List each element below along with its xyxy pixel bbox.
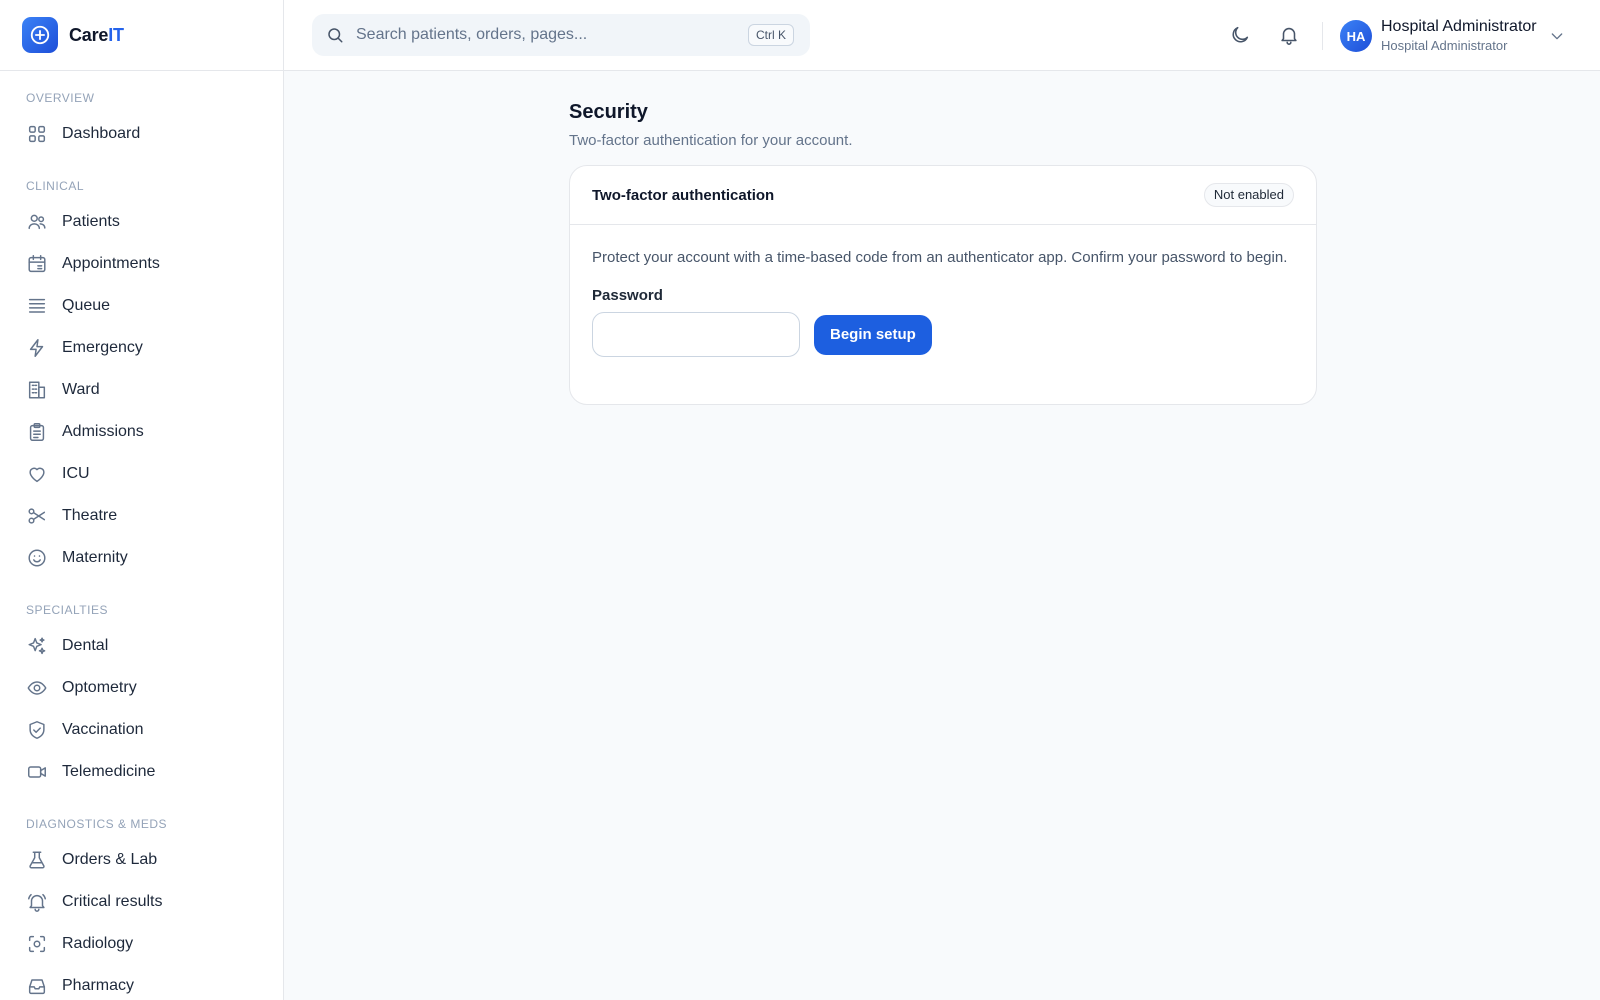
- shield-check-icon: [29, 721, 45, 739]
- moon-icon: [1232, 26, 1249, 43]
- sidebar-item-label: Optometry: [62, 679, 137, 696]
- nav-section-label: DIAGNOSTICS & MEDS: [26, 817, 168, 831]
- search-icon: [328, 28, 343, 43]
- sidebar-item-label: Maternity: [62, 549, 128, 566]
- sidebar-item-queue[interactable]: Queue: [0, 285, 283, 327]
- building-icon: [28, 381, 46, 399]
- sidebar-item-theatre[interactable]: Theatre: [0, 495, 283, 537]
- password-field[interactable]: [592, 312, 800, 357]
- users-icon: [28, 214, 46, 230]
- card-header: Two-factor authentication Not enabled: [570, 166, 1316, 225]
- chevron-down-icon: [1551, 33, 1562, 40]
- flask-icon: [29, 851, 45, 869]
- sidebar-item-label: Appointments: [62, 255, 160, 272]
- user-name: Hospital Administrator: [1381, 18, 1537, 36]
- sidebar-item-label: Dental: [62, 637, 109, 654]
- sidebar-item-telemedicine[interactable]: Telemedicine: [0, 751, 283, 793]
- brand-name-main: Care: [69, 24, 109, 45]
- clipboard-icon: [29, 423, 45, 441]
- password-form: Begin setup: [592, 312, 1294, 357]
- search-bar[interactable]: Ctrl K: [312, 14, 810, 56]
- scan-icon: [28, 935, 46, 953]
- page-title: Security: [569, 101, 648, 123]
- brand-name-accent: IT: [108, 24, 124, 45]
- nav-section-label: OVERVIEW: [26, 91, 95, 105]
- search-shortcut-badge: Ctrl K: [748, 24, 794, 46]
- sidebar-nav: OVERVIEW Dashboard CLINICAL Patients Appoint…: [0, 71, 283, 1000]
- page-subtitle: Two-factor authentication for your accou…: [569, 132, 853, 149]
- nav-section: OVERVIEW Dashboard: [0, 89, 283, 155]
- avatar: HA: [1340, 20, 1372, 52]
- bolt-icon: [29, 339, 44, 357]
- card-title: Two-factor authentication: [592, 186, 775, 204]
- sidebar-item-label: Pharmacy: [62, 977, 135, 994]
- video-icon: [28, 766, 46, 778]
- sidebar: CareIT OVERVIEW Dashboard CLINICAL Patients…: [0, 0, 284, 1000]
- bell-icon: [1281, 27, 1297, 45]
- sidebar-item-label: Emergency: [62, 339, 143, 356]
- sidebar-item-label: Ward: [62, 381, 100, 398]
- sidebar-item-label: Theatre: [62, 507, 118, 524]
- user-info: Hospital Administrator Hospital Administ…: [1381, 18, 1537, 53]
- sidebar-item-emergency[interactable]: Emergency: [0, 327, 283, 369]
- card-description: Protect your account with a time-based c…: [592, 249, 1288, 266]
- sidebar-item-pharmacy[interactable]: Pharmacy: [0, 965, 283, 1000]
- sidebar-item-critical-results[interactable]: Critical results: [0, 881, 283, 923]
- sidebar-item-orders-and-lab[interactable]: Orders & Lab: [0, 839, 283, 881]
- main-content: Security Two-factor authentication for y…: [569, 101, 1317, 405]
- list-icon: [28, 298, 46, 313]
- topbar-divider: [1322, 22, 1323, 50]
- sidebar-item-label: Telemedicine: [62, 763, 156, 780]
- scissors-icon: [28, 508, 46, 524]
- bell-alert-icon: [28, 893, 46, 912]
- sidebar-item-label: Orders & Lab: [62, 851, 158, 868]
- password-label: Password: [592, 287, 663, 304]
- user-menu[interactable]: HA Hospital Administrator Hospital Admin…: [1340, 14, 1565, 58]
- sidebar-item-vaccination[interactable]: Vaccination: [0, 709, 283, 751]
- smile-icon: [28, 549, 46, 567]
- nav-section: SPECIALTIES Dental Optometry Vaccination Tel…: [0, 601, 283, 793]
- card-body: Protect your account with a time-based c…: [570, 225, 1316, 357]
- brand-name: CareIT: [69, 25, 124, 46]
- sidebar-item-label: Dashboard: [62, 125, 141, 142]
- sidebar-item-maternity[interactable]: Maternity: [0, 537, 283, 579]
- nav-section-label: SPECIALTIES: [26, 603, 108, 617]
- sidebar-item-label: Vaccination: [62, 721, 144, 738]
- nav-section: DIAGNOSTICS & MEDS Orders & Lab Critical r…: [0, 815, 283, 1000]
- begin-setup-button[interactable]: Begin setup: [814, 314, 932, 355]
- notifications-button[interactable]: [1274, 20, 1304, 50]
- inbox-icon: [28, 979, 46, 995]
- sidebar-item-radiology[interactable]: Radiology: [0, 923, 283, 965]
- sidebar-item-label: Patients: [62, 213, 120, 230]
- eye-icon: [27, 681, 47, 695]
- grid-icon: [28, 125, 46, 143]
- sidebar-item-dashboard[interactable]: Dashboard: [0, 113, 283, 155]
- sparkles-icon: [28, 637, 46, 655]
- sidebar-item-ward[interactable]: Ward: [0, 369, 283, 411]
- two-factor-card: Two-factor authentication Not enabled Pr…: [569, 165, 1317, 405]
- user-role: Hospital Administrator: [1381, 37, 1508, 53]
- nav-section: CLINICAL Patients Appointments Queue Emergen…: [0, 177, 283, 579]
- heart-icon: [29, 467, 45, 483]
- sidebar-item-optometry[interactable]: Optometry: [0, 667, 283, 709]
- sidebar-item-label: Critical results: [62, 893, 163, 910]
- calendar-icon: [28, 255, 46, 273]
- sidebar-item-label: Queue: [62, 297, 111, 314]
- logo-plus-icon: [22, 17, 58, 53]
- sidebar-item-patients[interactable]: Patients: [0, 201, 283, 243]
- dark-mode-toggle[interactable]: [1225, 20, 1255, 50]
- sidebar-item-dental[interactable]: Dental: [0, 625, 283, 667]
- search-input[interactable]: [356, 26, 736, 44]
- sidebar-item-label: Radiology: [62, 935, 134, 952]
- sidebar-item-appointments[interactable]: Appointments: [0, 243, 283, 285]
- topbar: Ctrl K HA Hospital Administrator Hospita…: [284, 0, 1600, 71]
- sidebar-item-admissions[interactable]: Admissions: [0, 411, 283, 453]
- sidebar-item-label: Admissions: [62, 423, 144, 440]
- status-badge: Not enabled: [1203, 183, 1294, 207]
- nav-section-label: CLINICAL: [26, 179, 85, 193]
- brand[interactable]: CareIT: [0, 0, 283, 71]
- sidebar-item-icu[interactable]: ICU: [0, 453, 283, 495]
- sidebar-item-label: ICU: [62, 465, 90, 482]
